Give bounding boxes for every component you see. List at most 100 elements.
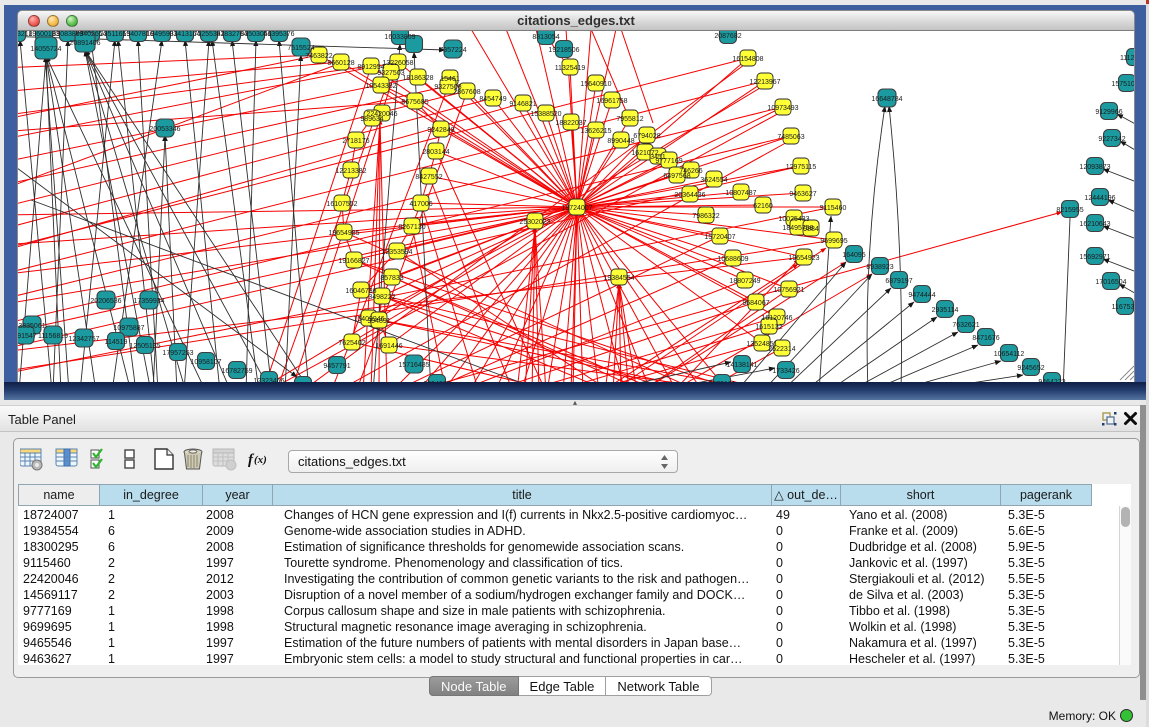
svg-text:12213967: 12213967	[749, 79, 780, 86]
svg-text:8660128: 8660128	[327, 60, 354, 67]
svg-text:3624554: 3624554	[700, 177, 727, 184]
svg-text:8675685: 8675685	[401, 99, 428, 106]
svg-text:10973493: 10973493	[767, 105, 798, 112]
svg-text:9463627: 9463627	[789, 191, 816, 198]
svg-text:19654985: 19654985	[328, 230, 359, 237]
svg-text:1615132: 1615132	[755, 324, 782, 331]
svg-text:2718176: 2718176	[342, 138, 369, 145]
svg-text:10958107: 10958107	[190, 359, 221, 366]
svg-text:2803144: 2803144	[422, 149, 449, 156]
svg-text:17957253: 17957253	[162, 350, 193, 357]
svg-text:12323466: 12323466	[253, 378, 284, 382]
svg-text:20364436: 20364436	[674, 192, 705, 199]
svg-text:11156819: 11156819	[38, 333, 68, 340]
svg-text:16107552: 16107552	[326, 201, 357, 208]
svg-text:16782759: 16782759	[221, 368, 252, 375]
svg-text:16210643: 16210643	[1079, 221, 1110, 228]
svg-text:12353594: 12353594	[381, 249, 412, 256]
svg-text:8938923: 8938923	[866, 264, 893, 271]
svg-text:2087682: 2087682	[714, 33, 741, 40]
svg-text:41395376: 41395376	[263, 31, 294, 38]
svg-text:3835061: 3835061	[18, 323, 45, 330]
svg-text:2867608: 2867608	[453, 89, 480, 96]
svg-text:9327503: 9327503	[377, 70, 404, 77]
svg-text:14138141: 14138141	[726, 362, 757, 369]
svg-text:1733426: 1733426	[772, 368, 799, 375]
svg-text:857833: 857833	[380, 275, 403, 282]
svg-text:18724007: 18724007	[561, 205, 592, 212]
svg-text:10756921: 10756921	[773, 287, 804, 294]
svg-text:19654923: 19654923	[788, 255, 819, 262]
svg-text:11121314: 11121314	[1120, 55, 1135, 62]
svg-text:15751074: 15751074	[1111, 81, 1135, 88]
svg-text:9474444: 9474444	[908, 292, 935, 299]
svg-text:12975115: 12975115	[786, 164, 817, 171]
svg-text:9115460: 9115460	[820, 205, 847, 212]
svg-text:7625402: 7625402	[338, 340, 365, 347]
svg-text:7986322: 7986322	[692, 213, 719, 220]
svg-text:9699695: 9699695	[820, 238, 847, 245]
svg-text:994891: 994891	[367, 318, 390, 325]
svg-text:12213382: 12213382	[335, 168, 366, 175]
svg-text:12505135: 12505135	[129, 343, 160, 350]
svg-text:17359934: 17359934	[133, 298, 164, 305]
svg-text:15461: 15461	[440, 76, 460, 83]
svg-text:8267130: 8267130	[398, 224, 425, 231]
svg-text:7357224: 7357224	[439, 47, 466, 54]
svg-text:17016504: 17016504	[1095, 279, 1126, 286]
svg-text:7463822: 7463822	[305, 53, 332, 60]
svg-text:9129966: 9129966	[1095, 109, 1122, 116]
svg-text:8813054: 8813054	[532, 34, 559, 41]
svg-text:18186328: 18186328	[402, 75, 433, 82]
svg-text:19166827: 19166827	[338, 258, 369, 265]
svg-text:6794028: 6794028	[633, 133, 660, 140]
svg-text:14055724: 14055724	[30, 46, 61, 53]
svg-text:10688609: 10688609	[717, 256, 748, 263]
svg-text:1691446: 1691446	[375, 343, 402, 350]
svg-text:1167531: 1167531	[1112, 304, 1135, 311]
svg-text:9777169: 9777169	[655, 158, 682, 165]
svg-text:9884: 9884	[803, 226, 819, 233]
svg-text:6879197: 6879197	[885, 278, 912, 285]
svg-text:20891406: 20891406	[69, 40, 100, 47]
svg-text:9464223: 9464223	[1038, 379, 1065, 382]
svg-text:12093873: 12093873	[1079, 164, 1110, 171]
svg-text:16961758: 16961758	[596, 98, 627, 105]
svg-text:16154808: 16154808	[732, 56, 763, 63]
svg-text:9684067: 9684067	[742, 300, 769, 307]
svg-text:19218506: 19218506	[548, 47, 579, 54]
svg-text:12342757: 12342757	[68, 336, 99, 343]
svg-text:114519: 114519	[105, 339, 128, 346]
svg-text:12444196: 12444196	[1084, 195, 1115, 202]
svg-text:10025433: 10025433	[778, 216, 809, 223]
svg-text:9245652: 9245652	[1017, 365, 1044, 372]
svg-text:417006: 417006	[409, 201, 432, 208]
svg-text:3498222: 3498222	[368, 294, 395, 301]
svg-text:25302023: 25302023	[519, 219, 550, 226]
svg-text:7515524: 7515524	[287, 45, 314, 52]
svg-text:9594022: 9594022	[423, 381, 450, 382]
svg-text:10654112: 10654112	[994, 351, 1025, 358]
svg-text:8672101: 8672101	[708, 381, 735, 382]
svg-text:7485063: 7485063	[777, 134, 804, 141]
svg-text:8427552: 8427552	[415, 174, 442, 181]
svg-text:19384554: 19384554	[603, 275, 634, 282]
svg-text:15720407: 15720407	[704, 234, 735, 241]
svg-text:8215955: 8215955	[1056, 207, 1083, 214]
svg-text:62160: 62160	[753, 203, 773, 210]
svg-text:9242848: 9242848	[427, 127, 454, 134]
svg-text:9457791: 9457791	[323, 363, 350, 370]
svg-text:8990448: 8990448	[607, 138, 634, 145]
svg-text:15716485: 15716485	[398, 362, 429, 369]
svg-text:16033809: 16033809	[384, 34, 415, 41]
svg-text:18822037: 18822037	[555, 120, 586, 127]
svg-text:9146821: 9146821	[509, 101, 536, 108]
svg-text:7632621: 7632621	[952, 322, 979, 329]
svg-text:2522314: 2522314	[768, 346, 795, 353]
svg-text:15692971: 15692971	[1079, 254, 1110, 261]
svg-text:10975887: 10975887	[113, 325, 144, 332]
svg-text:9227342: 9227342	[1098, 136, 1125, 143]
svg-text:10543382: 10543382	[365, 83, 396, 90]
svg-text:13226058: 13226058	[382, 60, 413, 67]
svg-text:8471676: 8471676	[972, 335, 999, 342]
